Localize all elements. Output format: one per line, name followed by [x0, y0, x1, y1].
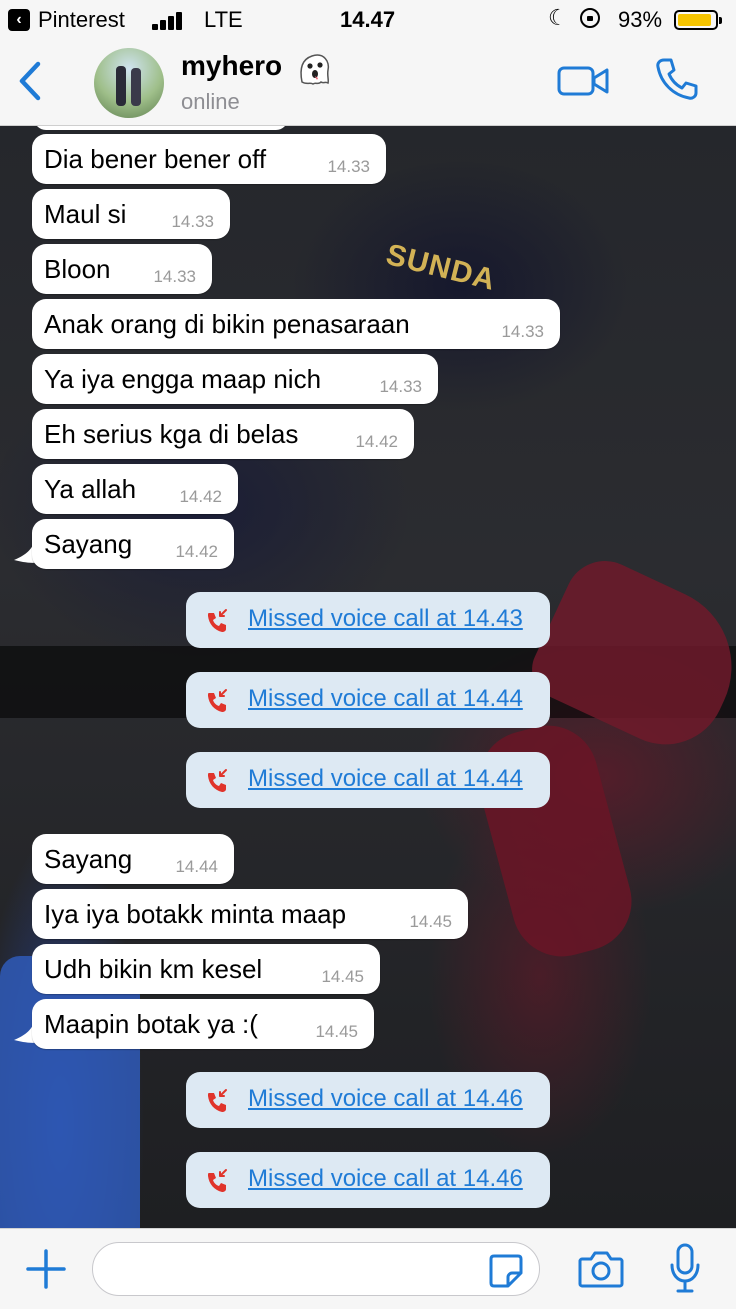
back-app-label[interactable]: Pinterest — [38, 7, 125, 33]
incoming-message[interactable]: Eh serius kga di belas 14.42 — [32, 409, 414, 459]
battery-icon — [674, 10, 722, 30]
message-time: 14.33 — [327, 157, 370, 176]
status-time: 14.47 — [340, 7, 396, 32]
message-time: 14.42 — [175, 542, 218, 561]
status-bar: ‹ Pinterest LTE 14.47 ☾ 93% — [0, 0, 736, 40]
microphone-icon[interactable] — [668, 1243, 702, 1295]
message-list[interactable]: Dia bener bener off 14.33 Maul si 14.33 … — [0, 126, 736, 1228]
back-chevron-icon[interactable] — [14, 58, 48, 104]
video-call-icon[interactable] — [556, 64, 610, 98]
message-text: Maapin botak ya :( — [44, 1009, 258, 1039]
message-time: 14.42 — [355, 432, 398, 451]
phone-icon[interactable] — [654, 56, 700, 102]
message-time: 14.33 — [171, 212, 214, 231]
message-text: Iya iya botakk minta maap — [44, 899, 347, 929]
message-text: Sayang — [44, 844, 133, 874]
incoming-message[interactable]: Maapin botak ya :( 14.45 — [32, 999, 374, 1049]
missed-call-link[interactable]: Missed voice call at 14.44 — [248, 765, 523, 793]
network-type: LTE — [204, 7, 243, 32]
chat-header: myhero online — [0, 40, 736, 126]
missed-call-link[interactable]: Missed voice call at 14.43 — [248, 605, 523, 633]
missed-call-icon — [208, 689, 227, 712]
contact-name[interactable]: myhero — [181, 50, 282, 82]
incoming-message[interactable]: Ya iya engga maap nich 14.33 — [32, 354, 438, 404]
message-text: Maul si — [44, 199, 127, 229]
sticker-icon[interactable] — [488, 1253, 524, 1289]
incoming-message[interactable]: Ya allah 14.42 — [32, 464, 238, 514]
avatar[interactable] — [94, 48, 164, 118]
contact-status: online — [181, 89, 240, 114]
missed-call-icon — [208, 769, 227, 792]
missed-call-notice[interactable]: Missed voice call at 14.46 — [186, 1152, 550, 1208]
message-text: Anak orang di bikin penasaraan — [44, 309, 410, 339]
missed-call-notice[interactable]: Missed voice call at 14.43 — [186, 592, 550, 648]
message-time: 14.45 — [321, 967, 364, 986]
missed-call-icon — [208, 609, 227, 632]
message-text: Bloon — [44, 254, 111, 284]
missed-call-notice[interactable]: Missed voice call at 14.46 — [186, 1072, 550, 1128]
signal-strength-icon — [152, 10, 186, 30]
incoming-message[interactable]: Bloon 14.33 — [32, 244, 212, 294]
incoming-message[interactable]: Sayang 14.42 — [32, 519, 234, 569]
message-text: Dia bener bener off — [44, 144, 267, 174]
incoming-message[interactable]: Sayang 14.44 — [32, 834, 234, 884]
missed-call-link[interactable]: Missed voice call at 14.46 — [248, 1165, 523, 1193]
message-bubble-partial — [34, 126, 288, 130]
camera-icon[interactable] — [578, 1249, 624, 1289]
message-text: Sayang — [44, 529, 133, 559]
message-time: 14.33 — [153, 267, 196, 286]
message-time: 14.45 — [315, 1022, 358, 1041]
incoming-message[interactable]: Dia bener bener off 14.33 — [32, 134, 386, 184]
back-to-app-icon[interactable]: ‹ — [8, 9, 30, 31]
missed-call-icon — [208, 1089, 227, 1112]
incoming-message[interactable]: Anak orang di bikin penasaraan 14.33 — [32, 299, 560, 349]
ghost-emoji-icon — [300, 54, 330, 85]
incoming-message[interactable]: Iya iya botakk minta maap 14.45 — [32, 889, 468, 939]
message-input[interactable] — [92, 1242, 540, 1296]
message-time: 14.44 — [175, 857, 218, 876]
missed-call-link[interactable]: Missed voice call at 14.46 — [248, 1085, 523, 1113]
message-time: 14.42 — [179, 487, 222, 506]
message-input-bar — [0, 1228, 736, 1309]
incoming-message[interactable]: Udh bikin km kesel 14.45 — [32, 944, 380, 994]
missed-call-icon — [208, 1169, 227, 1192]
message-text: Ya allah — [44, 474, 137, 504]
message-time: 14.33 — [501, 322, 544, 341]
missed-call-notice[interactable]: Missed voice call at 14.44 — [186, 672, 550, 728]
message-time: 14.45 — [409, 912, 452, 931]
rotation-lock-icon — [580, 8, 600, 28]
message-text: Ya iya engga maap nich — [44, 364, 322, 394]
do-not-disturb-icon: ☾ — [548, 5, 568, 30]
missed-call-notice[interactable]: Missed voice call at 14.44 — [186, 752, 550, 808]
missed-call-link[interactable]: Missed voice call at 14.44 — [248, 685, 523, 713]
message-time: 14.33 — [379, 377, 422, 396]
incoming-message[interactable]: Maul si 14.33 — [32, 189, 230, 239]
plus-icon[interactable] — [24, 1247, 68, 1291]
message-text: Udh bikin km kesel — [44, 954, 263, 984]
battery-percent: 93% — [618, 7, 663, 32]
message-text: Eh serius kga di belas — [44, 419, 299, 449]
